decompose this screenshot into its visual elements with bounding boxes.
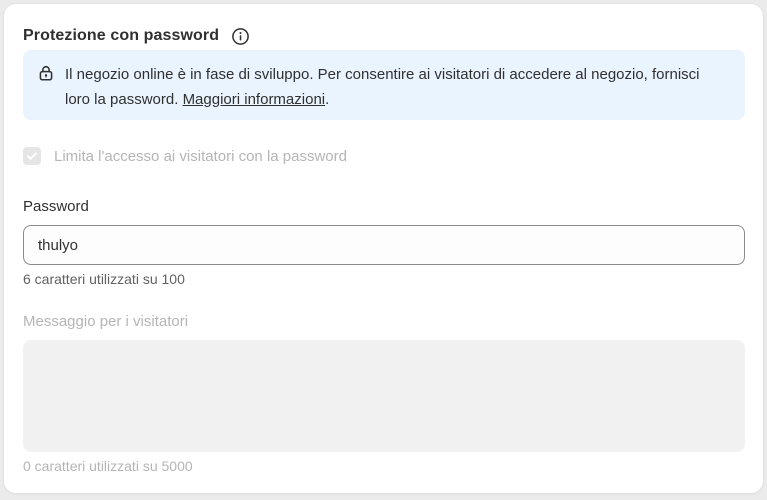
restrict-access-checkbox-row[interactable]: Limita l'accesso ai visitatori con la pa… xyxy=(23,147,347,165)
section-title: Protezione con password xyxy=(23,27,220,44)
banner-message: Il negozio online è in fase di sviluppo.… xyxy=(65,62,725,112)
visitor-message-label: Messaggio per i visitatori xyxy=(23,313,189,330)
password-input[interactable] xyxy=(23,225,745,265)
checkmark-icon xyxy=(27,152,37,160)
learn-more-link[interactable]: Maggiori informazioni xyxy=(183,91,326,108)
password-label: Password xyxy=(23,198,89,215)
restrict-access-label: Limita l'accesso ai visitatori con la pa… xyxy=(54,147,347,165)
lock-icon xyxy=(37,64,55,82)
password-protection-card: Protezione con password Il negozio onlin… xyxy=(4,4,763,493)
visitor-message-textarea[interactable] xyxy=(23,340,745,452)
banner-text: Il negozio online è in fase di sviluppo.… xyxy=(65,66,700,108)
info-circle-icon[interactable] xyxy=(231,27,250,46)
password-help-text: 6 caratteri utilizzati su 100 xyxy=(23,271,185,287)
restrict-access-checkbox[interactable] xyxy=(23,147,41,165)
visitor-message-help-text: 0 caratteri utilizzati su 5000 xyxy=(23,458,193,474)
section-header: Protezione con password xyxy=(23,26,250,46)
banner-trailing: . xyxy=(325,91,330,108)
info-banner: Il negozio online è in fase di sviluppo.… xyxy=(23,50,745,120)
